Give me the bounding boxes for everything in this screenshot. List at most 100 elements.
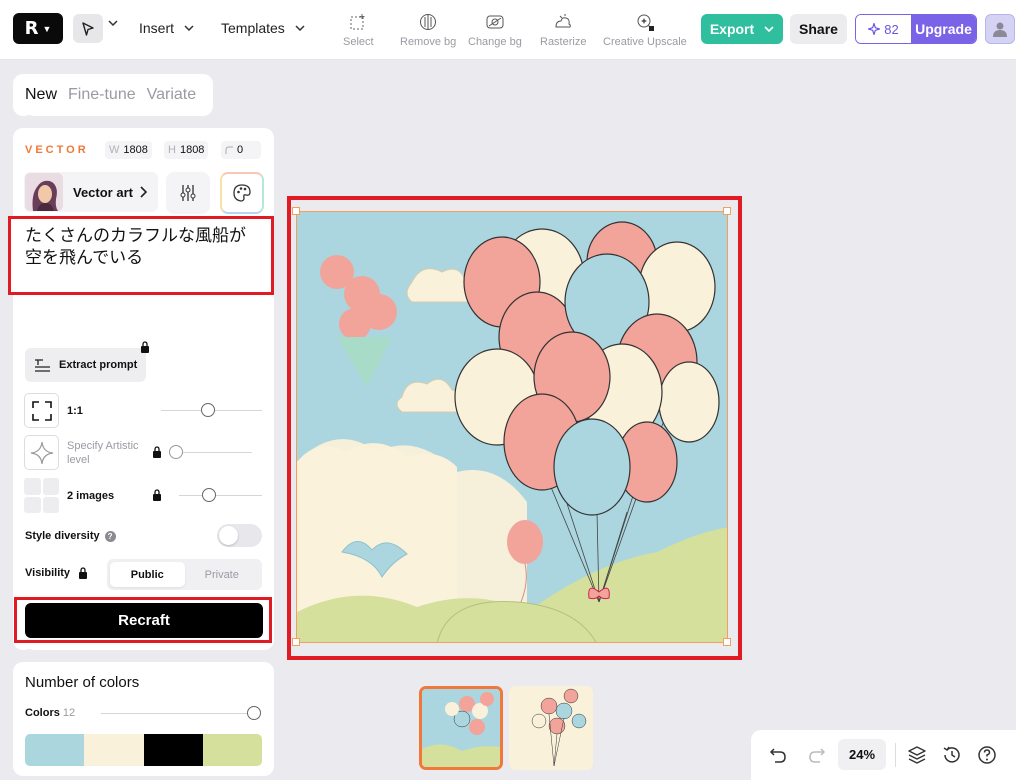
credits-counter[interactable]: 82 — [856, 15, 911, 43]
help-icon[interactable]: ? — [104, 530, 116, 542]
chevron-down-icon[interactable] — [108, 18, 118, 29]
image-count-row[interactable]: 2 images — [24, 478, 114, 513]
credits-upgrade-group: 82 Upgrade — [855, 14, 977, 44]
sparkle-icon — [24, 435, 59, 470]
canvas-controls: 24% — [751, 730, 1016, 780]
lock-icon — [79, 567, 88, 579]
colors-label-row: Colors 12 — [25, 707, 75, 719]
recraft-logo-icon: R — [24, 18, 39, 39]
creative-upscale-button[interactable]: Creative Upscale — [603, 12, 687, 48]
change-bg-label: Change bg — [468, 36, 522, 48]
chevron-down-icon — [764, 26, 774, 32]
redo-button[interactable] — [806, 744, 828, 766]
image-count-slider-track — [179, 495, 262, 496]
visibility-segmented-control: Public Private — [107, 559, 262, 590]
prompt-input[interactable]: たくさんのカラフルな風船が空を飛んでいる — [8, 216, 274, 295]
color-swatch[interactable] — [143, 734, 203, 766]
layers-icon — [908, 746, 926, 764]
select-icon — [350, 14, 365, 30]
change-bg-button[interactable]: Change bg — [468, 12, 522, 48]
resize-handle-bottom-left[interactable] — [292, 638, 300, 646]
prompt-text: たくさんのカラフルな風船が空を飛んでいる — [25, 226, 246, 267]
color-palette-button[interactable] — [220, 172, 264, 214]
image-count-slider-knob — [202, 488, 216, 502]
visibility-public-option[interactable]: Public — [110, 562, 185, 587]
insert-menu[interactable]: Insert — [139, 20, 194, 36]
palette-icon — [233, 184, 251, 202]
generation-panel: VECTOR W 1808 H 1808 0 Vector art Extrac… — [13, 128, 274, 650]
color-swatch[interactable] — [84, 734, 144, 766]
colors-slider-track[interactable] — [101, 713, 251, 714]
chevron-down-icon — [295, 25, 305, 31]
height-field[interactable]: H 1808 — [164, 141, 209, 159]
artistic-level-row[interactable]: Specify Artistic level — [24, 435, 141, 470]
share-button[interactable]: Share — [790, 14, 847, 44]
color-swatch[interactable] — [25, 734, 85, 766]
style-diversity-label: Style diversity — [25, 530, 100, 542]
resize-handle-bottom-right[interactable] — [723, 638, 731, 646]
generated-thumbnail-1[interactable] — [419, 686, 503, 770]
rasterize-button[interactable]: Rasterize — [540, 12, 586, 48]
zoom-value: 24% — [848, 747, 876, 762]
tab-new[interactable]: New — [25, 86, 57, 104]
sparkle-icon — [868, 23, 881, 35]
aspect-ratio-row[interactable]: 1:1 — [24, 393, 83, 428]
aspect-ratio-icon — [24, 393, 59, 428]
app-logo-menu[interactable]: R ▼ — [13, 13, 63, 44]
canvas-image[interactable] — [296, 211, 728, 643]
balloons-illustration — [297, 212, 727, 642]
undo-icon — [769, 748, 786, 763]
tab-fine-tune[interactable]: Fine-tune — [68, 86, 136, 104]
zoom-level[interactable]: 24% — [838, 739, 886, 770]
remove-bg-label: Remove bg — [400, 36, 457, 48]
history-button[interactable] — [941, 744, 963, 766]
visibility-private-option[interactable]: Private — [185, 562, 260, 587]
image-count-label: 2 images — [67, 489, 115, 502]
divider — [895, 743, 896, 767]
tab-variate[interactable]: Variate — [147, 86, 197, 104]
visibility-label: Visibility — [25, 567, 71, 579]
colors-slider-knob[interactable] — [247, 706, 261, 720]
upgrade-button[interactable]: Upgrade — [911, 15, 976, 43]
creative-upscale-label: Creative Upscale — [603, 36, 687, 48]
style-selector[interactable]: Vector art — [24, 172, 158, 212]
recraft-button[interactable]: Recraft — [25, 603, 263, 638]
artistic-level-slider-knob — [169, 445, 183, 459]
chevron-down-icon: ▼ — [42, 23, 52, 34]
aspect-ratio-slider-knob[interactable] — [201, 403, 215, 417]
help-button[interactable] — [976, 744, 998, 766]
colors-title: Number of colors — [25, 674, 140, 691]
pointer-tool-button[interactable] — [73, 14, 103, 43]
remove-bg-icon — [420, 14, 437, 30]
color-swatch[interactable] — [202, 734, 262, 766]
corner-radius-value: 0 — [237, 144, 244, 156]
settings-sliders-button[interactable] — [166, 172, 210, 214]
resize-handle-top-left[interactable] — [292, 207, 300, 215]
generated-thumbnail-2[interactable] — [509, 686, 593, 770]
export-label: Export — [709, 21, 755, 37]
corner-radius-icon — [225, 146, 233, 154]
select-tool-button[interactable]: Select — [343, 12, 374, 48]
extract-prompt-button[interactable]: Extract prompt — [25, 348, 146, 382]
chevron-right-icon — [140, 186, 147, 198]
colors-label: Colors — [25, 707, 60, 719]
grid-icon — [24, 478, 59, 513]
layers-button[interactable] — [906, 744, 928, 766]
corner-radius-field[interactable]: 0 — [221, 141, 261, 159]
width-field[interactable]: W 1808 — [105, 141, 152, 159]
undo-button[interactable] — [767, 744, 789, 766]
templates-menu[interactable]: Templates — [221, 20, 305, 36]
user-avatar-button[interactable] — [985, 14, 1015, 44]
user-icon — [993, 22, 1007, 37]
top-toolbar: R ▼ Insert Templates Select Remove bg Ch… — [0, 0, 1016, 60]
image-type-label: VECTOR — [25, 144, 89, 156]
thumbnail-image — [509, 686, 593, 770]
remove-bg-button[interactable]: Remove bg — [400, 12, 456, 48]
export-button[interactable]: Export — [701, 14, 783, 44]
style-diversity-toggle[interactable] — [217, 524, 262, 547]
credits-count: 82 — [884, 21, 899, 37]
lock-icon — [152, 446, 162, 461]
lock-icon — [140, 341, 150, 356]
resize-handle-top-right[interactable] — [723, 207, 731, 215]
lock-icon — [152, 489, 162, 504]
